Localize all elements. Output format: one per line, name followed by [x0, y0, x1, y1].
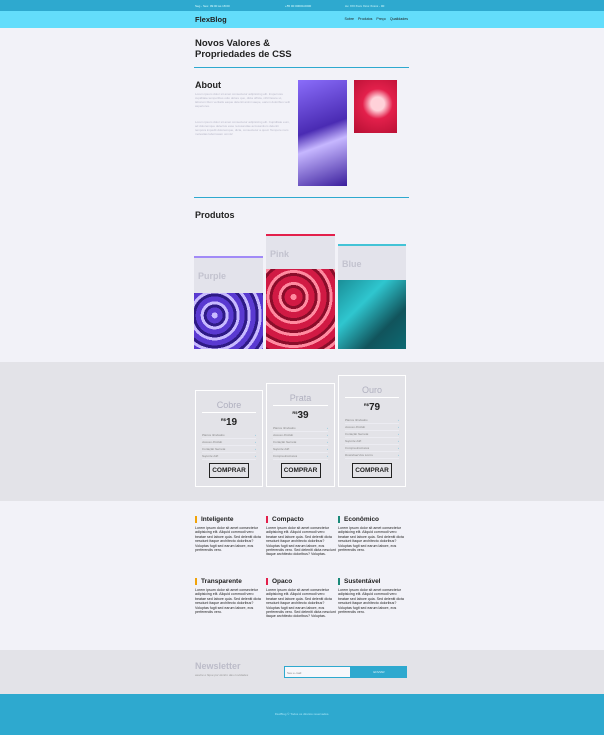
quality-text: Lorem ipsum dolor sit amet consectetur a… — [195, 588, 261, 615]
plan-feature: Curtação Secreta › — [345, 432, 399, 438]
quality-title: Sustentável — [338, 578, 408, 585]
products-title: Produtos — [195, 210, 235, 220]
copyright-text: FlexBlog © Todos os direitos reservados. — [274, 712, 330, 716]
quality-title: Econômico — [338, 516, 408, 523]
quality-title: Inteligente — [195, 516, 265, 523]
chevron-right-icon: › — [398, 418, 399, 422]
chevron-right-icon: › — [327, 440, 328, 444]
about-paragraph-1: Lorem ipsum dolor sit amet consectetur a… — [195, 92, 290, 108]
newsletter-title: Newsletter — [195, 661, 241, 671]
nav-menu: Sobre Produtos Preço Qualidades — [344, 17, 408, 21]
nav-item-produtos[interactable]: Produtos — [358, 17, 372, 21]
chevron-right-icon: › — [327, 433, 328, 437]
chevron-right-icon: › — [255, 454, 256, 458]
about-image-flowers — [354, 80, 397, 133]
product-name: Purple — [198, 271, 227, 281]
plan-price: R$79 — [363, 402, 381, 413]
plan-price: R$19 — [220, 417, 238, 428]
page-title: Novos Valores & Propriedades de CSS — [195, 38, 292, 60]
phone-number: +55 00 00000-0000 — [285, 4, 312, 8]
quality-title: Opaco — [266, 578, 336, 585]
quality-title: Compacto — [266, 516, 336, 523]
quality-text: Lorem ipsum dolor sit amet consectetur a… — [266, 526, 336, 557]
chevron-right-icon: › — [398, 453, 399, 457]
about-paragraph-2: Lorem ipsum dolor sit amet consectetur a… — [195, 120, 290, 136]
quality-opaco: Opaco Lorem ipsum dolor sit amet consect… — [266, 578, 336, 619]
buy-button[interactable]: COMPRAR — [352, 463, 392, 478]
product-card-blue[interactable]: Blue — [338, 244, 406, 280]
plan-price: R$39 — [292, 410, 309, 421]
quality-title: Transparente — [195, 578, 265, 585]
divider — [273, 405, 328, 406]
plan-feature: Curtação Secreta › — [273, 440, 328, 446]
plan-name: Cobre — [216, 400, 242, 410]
plan-feature: Planos Ilimitados › — [345, 418, 399, 424]
plan-feature: Acesso Ilimitdo › — [202, 440, 256, 446]
nav-item-qualidades[interactable]: Qualidades — [390, 17, 408, 21]
plan-card-ouro: Ouro R$79 Planos Ilimitados › Acesso Ilim… — [338, 375, 406, 487]
logo[interactable]: FlexBlog — [195, 15, 227, 24]
about-title: About — [195, 80, 221, 90]
page: Seg - Sex: 09:00 às 18:00 +55 00 00000-0… — [0, 0, 604, 735]
chevron-right-icon: › — [398, 439, 399, 443]
chevron-right-icon: › — [255, 440, 256, 444]
quality-transparente: Transparente Lorem ipsum dolor sit amet … — [195, 578, 265, 614]
buy-button[interactable]: COMPRAR — [280, 463, 321, 478]
product-card-purple[interactable]: Purple — [194, 256, 263, 293]
plan-feature: Curtação Secreta › — [202, 447, 256, 453]
product-image-pink — [266, 269, 335, 349]
newsletter-subtitle: assine e fique por dentro das novidades — [195, 673, 249, 677]
plan-feature: Suporte 24h › — [345, 439, 399, 445]
chevron-right-icon: › — [398, 446, 399, 450]
quality-sustentavel: Sustentável Lorem ipsum dolor sit amet c… — [338, 578, 408, 614]
nav-item-preco[interactable]: Preço — [376, 17, 385, 21]
divider — [194, 67, 409, 68]
chevron-right-icon: › — [255, 447, 256, 451]
quality-inteligente: Inteligente Lorem ipsum dolor sit amet c… — [195, 516, 265, 552]
send-button[interactable]: ENVIAR — [351, 666, 407, 678]
divider — [194, 197, 409, 198]
quality-text: Lorem ipsum dolor sit amet consectetur a… — [195, 526, 261, 553]
plan-feature: Suporte 24h › — [202, 454, 256, 460]
plan-card-cobre: Cobre R$19 Planos Ilimitados › Acesso Ili… — [195, 390, 263, 487]
quality-compacto: Compacto Lorem ipsum dolor sit amet cons… — [266, 516, 336, 557]
product-card-pink[interactable]: Pink — [266, 234, 335, 269]
footer: FlexBlog © Todos os direitos reservados. — [0, 694, 604, 735]
plan-feature: Suporte 24h › — [273, 447, 328, 453]
product-image-blue — [338, 280, 406, 349]
plan-feature: Planos Ilimitados › — [273, 426, 328, 432]
email-field[interactable]: Seu e-mail — [284, 666, 351, 678]
plan-feature: Compra Exclusiva › — [273, 454, 328, 460]
chevron-right-icon: › — [398, 425, 399, 429]
plan-name: Ouro — [361, 385, 382, 395]
plan-feature: Download dos Livros › — [345, 453, 399, 459]
plan-feature: Compra Exclusiva › — [345, 446, 399, 452]
product-name: Pink — [270, 249, 290, 259]
plan-name: Prata — [289, 393, 312, 403]
address: Av. XXI Xxxx Xxxx Xxxxx - 00 — [345, 4, 385, 8]
quality-text: Lorem ipsum dolor sit amet consectetur a… — [338, 526, 404, 553]
chevron-right-icon: › — [327, 454, 328, 458]
quality-text: Lorem ipsum dolor sit amet consectetur a… — [338, 588, 404, 615]
chevron-right-icon: › — [327, 426, 328, 430]
buy-button[interactable]: COMPRAR — [209, 463, 249, 478]
main-nav: FlexBlog Sobre Produtos Preço Qualidades — [0, 11, 604, 28]
chevron-right-icon: › — [398, 432, 399, 436]
chevron-right-icon: › — [255, 433, 256, 437]
divider — [345, 397, 399, 398]
product-name: Blue — [342, 259, 362, 269]
plan-feature: Acesso Ilimitdo › — [273, 433, 328, 439]
plan-feature: Acesso Ilimitdo › — [345, 425, 399, 431]
quality-text: Lorem ipsum dolor sit amet consectetur a… — [266, 588, 336, 619]
product-image-purple — [194, 293, 263, 349]
plan-feature: Planos Ilimitados › — [202, 433, 256, 439]
nav-item-sobre[interactable]: Sobre — [344, 17, 354, 21]
divider — [202, 412, 256, 413]
quality-economico: Econômico Lorem ipsum dolor sit amet con… — [338, 516, 408, 552]
plan-card-prata: Prata R$39 Planos Ilimitados › Acesso Ili… — [266, 383, 335, 487]
top-info-bar: Seg - Sex: 09:00 às 18:00 +55 00 00000-0… — [0, 0, 604, 11]
opening-hours: Seg - Sex: 09:00 às 18:00 — [195, 4, 230, 8]
about-image-woman — [298, 80, 347, 186]
chevron-right-icon: › — [327, 447, 328, 451]
